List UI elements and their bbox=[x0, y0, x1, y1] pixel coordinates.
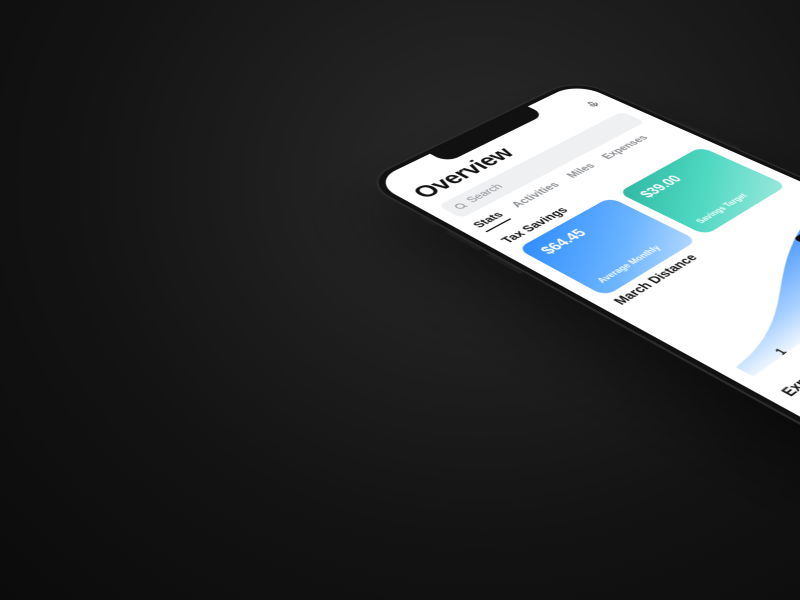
phone-frame: Overview Search Stats Activities Miles E… bbox=[359, 78, 800, 556]
search-icon bbox=[451, 201, 472, 212]
tab-miles[interactable]: Miles bbox=[564, 162, 603, 182]
tab-stats[interactable]: Stats bbox=[471, 210, 512, 232]
search-placeholder: Search bbox=[464, 182, 507, 204]
x-tick: 1 bbox=[771, 346, 790, 357]
